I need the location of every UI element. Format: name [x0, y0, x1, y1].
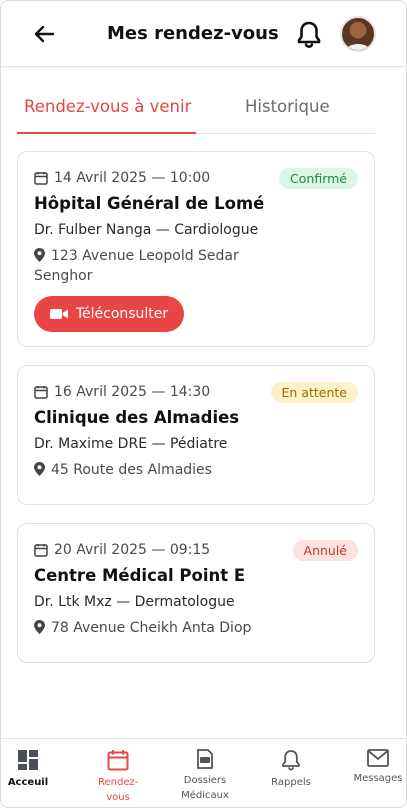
appointment-date: 14 Avril 2025 — 10:00 [34, 170, 210, 186]
nav-item-medical-records[interactable]: Dossiers Médicaux [170, 749, 240, 803]
dashboard-icon [18, 750, 38, 770]
app-screen: Mes rendez-vous Rendez-vous à venir Hist… [0, 0, 407, 808]
status-badge: Annulé [292, 540, 358, 561]
appointment-address: 45 Route des Almadies [34, 460, 274, 480]
bell-icon [282, 750, 300, 771]
calendar-icon [34, 172, 48, 185]
mail-icon [367, 749, 389, 767]
arrow-left-icon [34, 25, 55, 43]
appointment-card[interactable]: 14 Avril 2025 — 10:00 Confirmé Hôpital G… [17, 151, 375, 347]
page-title: Mes rendez-vous [107, 23, 279, 44]
nav-label: Acceuil [7, 777, 49, 788]
appointment-place: Clinique des Almadies [34, 408, 240, 427]
nav-item-messages[interactable]: Messages [343, 749, 406, 786]
bell-icon [297, 21, 321, 48]
user-avatar[interactable] [340, 16, 376, 52]
appointment-address: 123 Avenue Leopold Sedar Senghor [34, 246, 274, 286]
avatar-shirt [346, 44, 370, 50]
teleconsult-button[interactable]: Téléconsulter [34, 296, 184, 332]
calendar-icon [107, 750, 129, 771]
appointment-place: Centre Médical Point E [34, 566, 246, 585]
appointment-date-text: 14 Avril 2025 — 10:00 [54, 170, 211, 186]
nav-item-home[interactable]: Acceuil [1, 749, 63, 790]
calendar-icon [34, 544, 48, 557]
video-camera-icon [49, 309, 68, 319]
appointment-address-text: 45 Route des Almadies [51, 462, 212, 478]
nav-label: Rappels [271, 777, 311, 788]
appointment-address-text: 78 Avenue Cheikh Anta Diop [51, 620, 252, 636]
top-bar: Mes rendez-vous [1, 1, 406, 67]
appointment-date-text: 16 Avril 2025 — 14:30 [54, 384, 211, 400]
bottom-navigation: Acceuil Rendez-vous Dossiers Médicaux Ra… [1, 738, 406, 807]
location-pin-icon [34, 248, 45, 262]
location-pin-icon [34, 462, 45, 476]
nav-label: Dossiers Médicaux [181, 775, 229, 801]
tab-upcoming[interactable]: Rendez-vous à venir [24, 97, 191, 116]
appointment-date: 20 Avril 2025 — 09:15 [34, 542, 210, 558]
appointment-doctor: Dr. Ltk Mxz — Dermatologue [34, 594, 235, 610]
appointment-card[interactable]: 16 Avril 2025 — 14:30 En attente Cliniqu… [17, 365, 375, 505]
back-button[interactable] [31, 21, 57, 47]
appointment-date: 16 Avril 2025 — 14:30 [34, 384, 210, 400]
appointment-date-text: 20 Avril 2025 — 09:15 [54, 542, 211, 558]
nav-label: Rendez-vous [98, 777, 139, 803]
status-badge: Confirmé [279, 168, 358, 189]
nav-item-appointments[interactable]: Rendez-vous [83, 749, 153, 805]
appointment-doctor: Dr. Maxime DRE — Pédiatre [34, 436, 228, 452]
teleconsult-label: Téléconsulter [75, 306, 169, 322]
appointment-address: 78 Avenue Cheikh Anta Diop [34, 618, 334, 638]
appointment-doctor: Dr. Fulber Nanga — Cardiologue [34, 222, 259, 238]
appointment-card[interactable]: 20 Avril 2025 — 09:15 Annulé Centre Médi… [17, 523, 375, 663]
appointment-address-text: 123 Avenue Leopold Sedar Senghor [34, 248, 239, 284]
appointment-place: Hôpital Général de Lomé [34, 194, 265, 213]
active-tab-indicator [17, 132, 196, 134]
status-badge: En attente [270, 382, 358, 403]
notifications-button[interactable] [294, 19, 324, 49]
nav-label: Messages [353, 773, 403, 784]
medical-file-icon [197, 749, 213, 769]
tab-bar: Rendez-vous à venir Historique [17, 91, 375, 134]
location-pin-icon [34, 620, 45, 634]
tab-history[interactable]: Historique [245, 97, 330, 116]
calendar-icon [34, 386, 48, 399]
nav-item-reminders[interactable]: Rappels [256, 749, 326, 790]
